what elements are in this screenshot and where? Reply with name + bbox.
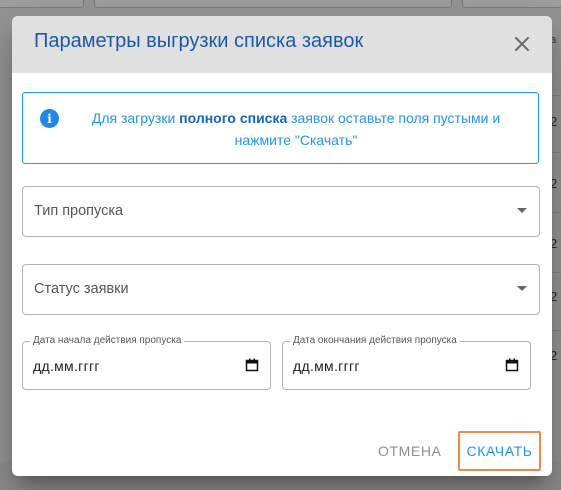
close-button[interactable]	[509, 31, 535, 57]
end-date-field[interactable]: Дата окончания действия пропуска дд.мм.г…	[282, 335, 531, 390]
close-icon	[515, 37, 529, 51]
calendar-icon[interactable]	[245, 358, 259, 372]
dialog-title: Параметры выгрузки списка заявок	[34, 30, 364, 52]
cancel-button[interactable]: ОТМЕНА	[378, 443, 442, 459]
pass-type-select[interactable]: Тип пропуска	[22, 186, 540, 237]
info-alert: i Для загрузки полного списка заявок ост…	[22, 92, 539, 164]
info-icon: i	[40, 109, 59, 128]
calendar-icon[interactable]	[505, 358, 519, 372]
chevron-down-icon	[517, 208, 527, 213]
download-button[interactable]: СКАЧАТЬ	[458, 431, 541, 471]
end-date-label: Дата окончания действия пропуска	[290, 335, 460, 346]
info-text-bold: полного списка	[179, 110, 288, 126]
start-date-label: Дата начала действия пропуска	[30, 335, 185, 346]
start-date-field[interactable]: Дата начала действия пропуска дд.мм.гггг	[22, 335, 271, 390]
info-text-start: Для загрузки	[91, 110, 180, 126]
info-message: Для загрузки полного списка заявок остав…	[81, 107, 511, 151]
export-dialog: Параметры выгрузки списка заявок i Для з…	[12, 16, 552, 476]
dialog-header: Параметры выгрузки списка заявок	[12, 16, 552, 73]
request-status-label: Статус заявки	[34, 281, 129, 297]
pass-type-label: Тип пропуска	[34, 203, 124, 219]
end-date-input[interactable]: дд.мм.гггг	[293, 358, 360, 374]
chevron-down-icon	[517, 286, 527, 291]
start-date-input[interactable]: дд.мм.гггг	[33, 358, 100, 374]
request-status-select[interactable]: Статус заявки	[22, 264, 540, 315]
